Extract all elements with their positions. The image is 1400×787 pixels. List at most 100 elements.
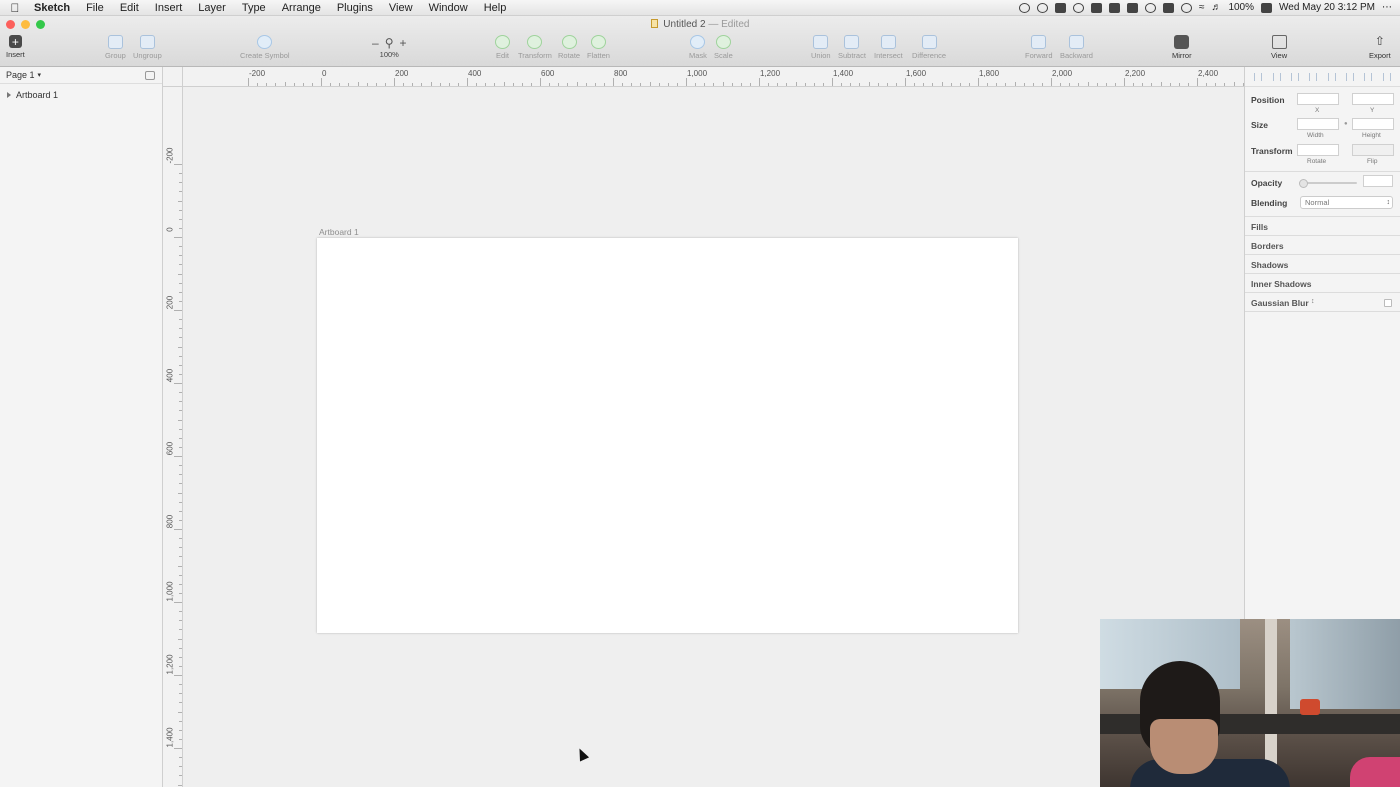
drive-icon[interactable]: [1090, 2, 1102, 13]
opacity-slider[interactable]: [1299, 179, 1357, 188]
webcam-overlay: [1100, 619, 1400, 787]
zoom-in-button[interactable]: +: [399, 36, 406, 50]
ruler-label: 200: [165, 295, 175, 310]
align-bottom-icon[interactable]: [1364, 72, 1373, 81]
rotate-input[interactable]: [1297, 144, 1339, 156]
ruler-label: 0: [322, 69, 327, 78]
menu-view[interactable]: View: [381, 2, 421, 14]
transform-button[interactable]: Transform: [518, 35, 552, 60]
menu-bar:  Sketch File Edit Insert Layer Type Arr…: [0, 0, 1400, 16]
backward-button[interactable]: Backward: [1060, 35, 1093, 60]
divider: [1245, 216, 1400, 217]
ruler-tick: [649, 82, 651, 86]
align-middle-icon[interactable]: [1346, 72, 1355, 81]
toggle-pages-icon[interactable]: [145, 70, 155, 80]
divider: [1245, 171, 1400, 172]
menu-edit[interactable]: Edit: [112, 2, 147, 14]
ruler-tick-minor: [179, 437, 182, 439]
union-button[interactable]: Union: [811, 35, 831, 60]
menu-window[interactable]: Window: [421, 2, 476, 14]
gaussian-blur-select[interactable]: Gaussian Blur: [1251, 298, 1309, 308]
gaussian-blur-checkbox[interactable]: [1384, 299, 1392, 307]
ruler-tick-minor: [179, 218, 182, 220]
ruler-tick: [868, 82, 870, 86]
apple-icon[interactable]: : [0, 1, 30, 15]
mask-button[interactable]: Mask: [689, 35, 707, 60]
lock-ratio-icon[interactable]: ●: [1344, 121, 1348, 127]
inner-shadows-section[interactable]: Inner Shadows: [1251, 279, 1311, 289]
menu-insert[interactable]: Insert: [147, 2, 191, 14]
artboard[interactable]: [317, 238, 1018, 633]
clock[interactable]: Wed May 20 3:12 PM: [1279, 2, 1375, 13]
ruler-tick: [178, 638, 182, 640]
forward-button[interactable]: Forward: [1025, 35, 1053, 60]
flip-buttons[interactable]: [1352, 144, 1394, 156]
group-button[interactable]: Group: [105, 35, 126, 60]
view-button[interactable]: View: [1271, 35, 1287, 60]
fills-section[interactable]: Fills: [1251, 222, 1268, 232]
edit-button[interactable]: Edit: [495, 35, 510, 60]
shadows-section[interactable]: Shadows: [1251, 260, 1288, 270]
scale-button[interactable]: Scale: [714, 35, 733, 60]
password-icon[interactable]: [1072, 2, 1084, 13]
horizontal-ruler[interactable]: -200 0 200 400 600 800 1,000 1,200 1,400 1,600 1,8…: [183, 67, 1244, 87]
menu-arrange[interactable]: Arrange: [274, 2, 329, 14]
dropbox-icon[interactable]: [1108, 2, 1120, 13]
rotate-button[interactable]: Rotate: [558, 35, 580, 60]
menu-app-name[interactable]: Sketch: [30, 2, 78, 14]
insert-button[interactable]: + Insert: [6, 35, 25, 59]
width-input[interactable]: [1297, 118, 1339, 130]
distribute-horizontal-icon[interactable]: [1309, 72, 1318, 81]
ruler-tick-minor: [448, 83, 450, 86]
artboard-title[interactable]: Artboard 1: [319, 227, 359, 237]
sync-icon[interactable]: [1144, 2, 1156, 13]
blending-label: Blending: [1251, 198, 1288, 208]
ruler-tick: [248, 78, 249, 86]
ruler-tick-minor: [786, 83, 788, 86]
difference-button[interactable]: Difference: [912, 35, 946, 60]
borders-section[interactable]: Borders: [1251, 241, 1284, 251]
mirror-button[interactable]: Mirror: [1172, 35, 1192, 60]
create-symbol-button[interactable]: Create Symbol: [240, 35, 290, 60]
disclosure-triangle-icon[interactable]: [7, 92, 11, 98]
opacity-input[interactable]: [1363, 175, 1393, 187]
position-x-input[interactable]: [1297, 93, 1339, 105]
zoom-out-button[interactable]: –: [372, 36, 379, 50]
ruler-tick: [1233, 82, 1235, 86]
page-selector[interactable]: Page 1 ▾: [0, 67, 162, 84]
subtract-button[interactable]: Subtract: [838, 35, 866, 60]
menu-help[interactable]: Help: [476, 2, 515, 14]
blending-select[interactable]: Normal: [1300, 196, 1393, 209]
height-input[interactable]: [1352, 118, 1394, 130]
ruler-tick: [1124, 78, 1125, 86]
menu-plugins[interactable]: Plugins: [329, 2, 381, 14]
menu-file[interactable]: File: [78, 2, 112, 14]
calendar-icon[interactable]: [1126, 2, 1138, 13]
menu-type[interactable]: Type: [234, 2, 274, 14]
export-button[interactable]: ⇧ Export: [1369, 35, 1391, 61]
notification-center-icon[interactable]: ⋯: [1382, 2, 1392, 13]
intersect-button[interactable]: Intersect: [874, 35, 903, 60]
magnifier-icon[interactable]: ⚲: [385, 36, 394, 50]
bluetooth-icon[interactable]: [1180, 2, 1192, 13]
align-top-icon[interactable]: [1327, 72, 1336, 81]
menu-layer[interactable]: Layer: [190, 2, 234, 14]
align-left-icon[interactable]: [1254, 72, 1263, 81]
infinity-icon[interactable]: [1162, 2, 1174, 13]
layer-row-artboard[interactable]: Artboard 1: [0, 84, 162, 106]
search-icon[interactable]: [1036, 2, 1048, 13]
align-right-icon[interactable]: [1290, 72, 1299, 81]
position-y-input[interactable]: [1352, 93, 1394, 105]
brightness-icon[interactable]: [1018, 2, 1030, 13]
battery-icon[interactable]: [1261, 2, 1273, 13]
ruler-tick-minor: [179, 519, 182, 521]
ungroup-button[interactable]: Ungroup: [133, 35, 162, 60]
flatten-button[interactable]: Flatten: [587, 35, 610, 60]
ruler-label: 2,000: [1052, 69, 1073, 78]
align-center-icon[interactable]: [1272, 72, 1281, 81]
evernote-icon[interactable]: [1054, 2, 1066, 13]
distribute-vertical-icon[interactable]: [1382, 72, 1391, 81]
wifi-icon[interactable]: ≈: [1199, 2, 1205, 13]
volume-icon[interactable]: ♬: [1211, 2, 1221, 13]
vertical-ruler[interactable]: -200 0 200 400 600 800 1,000 1,200 1,400: [163, 87, 183, 787]
